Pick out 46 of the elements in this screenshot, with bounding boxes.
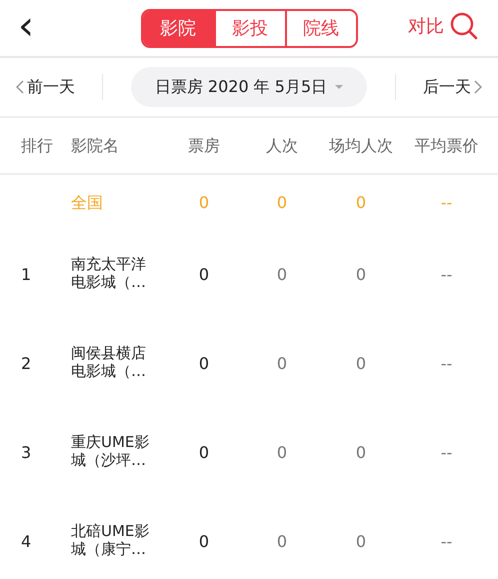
table-cell: 0 (356, 442, 366, 462)
column-header: 排行 (20, 134, 54, 156)
table-cell: 0 (276, 192, 288, 212)
compare-button[interactable]: 对比 (408, 12, 444, 40)
table-cell: 0 (198, 442, 210, 462)
table-cell: 0 (276, 442, 288, 462)
column-header: 平均票价 (414, 134, 480, 156)
table-cell: -- (440, 264, 452, 284)
table-cell: 1 (21, 264, 32, 284)
next-day-button[interactable]: 后一天 (422, 75, 482, 99)
table-cell: 0 (198, 264, 210, 284)
table-cell: 0 (276, 532, 288, 550)
table-cell: 0 (198, 354, 210, 372)
table-cell: 4 (21, 532, 32, 550)
column-header: 票房 (187, 134, 221, 156)
cinema-name: 闽侯县横店电影城（… (71, 344, 147, 380)
back-button[interactable]: ‹ (14, 8, 38, 44)
table-cell: 0 (356, 264, 366, 284)
table-cell: -- (440, 532, 452, 550)
chevron-right-icon (474, 80, 482, 94)
table-cell: 2 (21, 354, 32, 372)
column-header: 场均人次 (328, 134, 394, 156)
table-cell: 0 (356, 354, 366, 372)
tab[interactable]: 影院 (142, 10, 214, 46)
date-picker[interactable]: 日票房 2020 年 5月5日 (130, 67, 368, 107)
column-header: 影院名 (71, 134, 120, 156)
table-cell: 0 (276, 264, 288, 284)
prev-day-button[interactable]: 前一天 (16, 75, 75, 99)
chevron-left-icon (16, 80, 24, 94)
column-header: 人次 (265, 134, 299, 156)
table-cell: -- (440, 442, 452, 462)
table-cell: 0 (198, 532, 210, 550)
table-cell: -- (440, 192, 452, 212)
cinema-name: 南充太平洋电影城（… (71, 255, 147, 291)
table-cell: 0 (356, 532, 366, 550)
dropdown-caret-icon (335, 85, 344, 89)
cinema-name: 全国 (71, 192, 103, 212)
cinema-name: 重庆UME影城（沙坪… (71, 433, 150, 469)
table-cell: -- (440, 354, 452, 372)
table-cell: 3 (21, 442, 32, 462)
table-cell: 0 (356, 192, 366, 212)
search-icon[interactable] (450, 12, 478, 40)
table-cell: 0 (276, 354, 288, 372)
tab[interactable]: 院线 (284, 10, 356, 46)
table-cell: 0 (198, 192, 210, 212)
cinema-name: 北碚UME影城（康宁… (71, 522, 150, 558)
